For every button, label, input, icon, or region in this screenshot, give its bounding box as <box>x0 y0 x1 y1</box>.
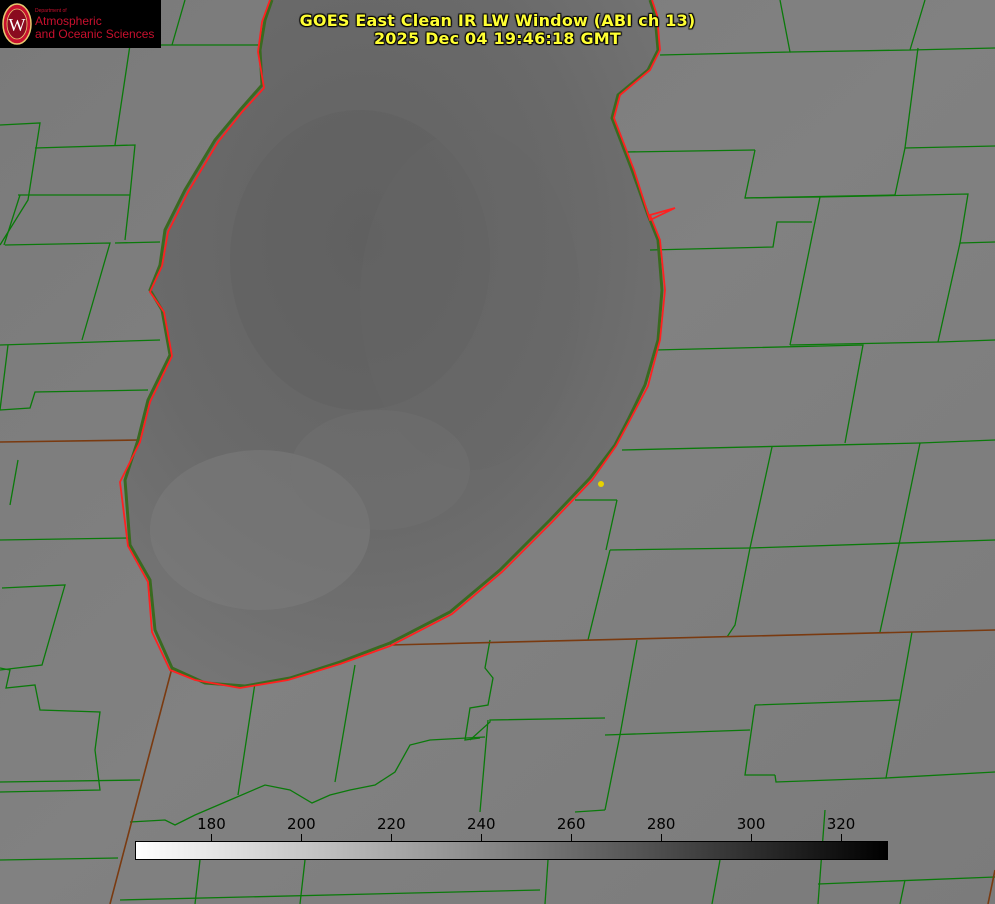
colorbar-tick-label: 180 <box>197 815 226 833</box>
colorbar: 180 200 220 240 260 280 300 320 <box>130 812 895 864</box>
colorbar-tick-label: 280 <box>646 815 676 833</box>
colorbar-tick-label: 260 <box>556 815 586 833</box>
satellite-map <box>0 0 995 904</box>
colorbar-gradient <box>135 841 888 860</box>
location-marker <box>598 481 604 487</box>
image-timestamp: 2025 Dec 04 19:46:18 GMT <box>373 29 622 48</box>
colorbar-tick-label: 220 <box>377 815 406 833</box>
image-title: GOES East Clean IR LW Window (ABI ch 13) <box>299 11 696 30</box>
colorbar-tick-label: 240 <box>466 815 496 833</box>
colorbar-tick-label: 300 <box>736 815 766 833</box>
colorbar-tick-label: 200 <box>287 815 316 833</box>
colorbar-tick-label: 320 <box>826 815 856 833</box>
